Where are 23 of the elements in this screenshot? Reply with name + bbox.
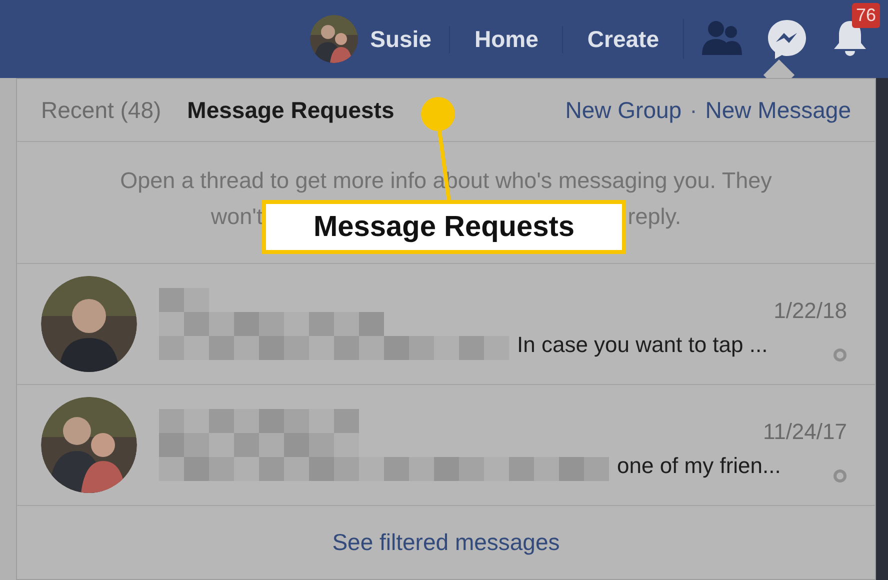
separator: ·	[688, 96, 698, 124]
read-status-icon[interactable]	[833, 348, 847, 362]
callout-dot	[420, 96, 456, 132]
tab[interactable]: Message Requests	[187, 96, 420, 124]
nav-link[interactable]: Create	[562, 26, 683, 52]
message-snippet: one of my frien...	[617, 453, 781, 479]
message-thread[interactable]: In case you want to tap ... 1/22/18	[17, 264, 875, 385]
action-link[interactable]: New Group	[565, 96, 682, 124]
message-date: 11/24/17	[762, 419, 847, 445]
callout-label: Message Requests	[262, 200, 626, 254]
message-snippet: In case you want to tap ...	[517, 332, 768, 358]
notification-badge: 76	[852, 3, 880, 28]
read-status-icon[interactable]	[833, 469, 847, 483]
action-link[interactable]: New Message	[705, 96, 851, 124]
profile-link[interactable]: Susie	[310, 15, 450, 63]
friends-icon[interactable]	[700, 21, 744, 57]
notice-text: won't	[210, 204, 263, 230]
message-date: 1/22/18	[774, 298, 847, 324]
notice-text: reply.	[628, 204, 682, 230]
messenger-icon[interactable]	[766, 18, 808, 60]
see-filtered-link[interactable]: See filtered messages	[332, 528, 560, 556]
nav-link[interactable]: Home	[449, 26, 562, 52]
message-thread[interactable]: one of my frien... 11/24/17	[17, 385, 875, 506]
